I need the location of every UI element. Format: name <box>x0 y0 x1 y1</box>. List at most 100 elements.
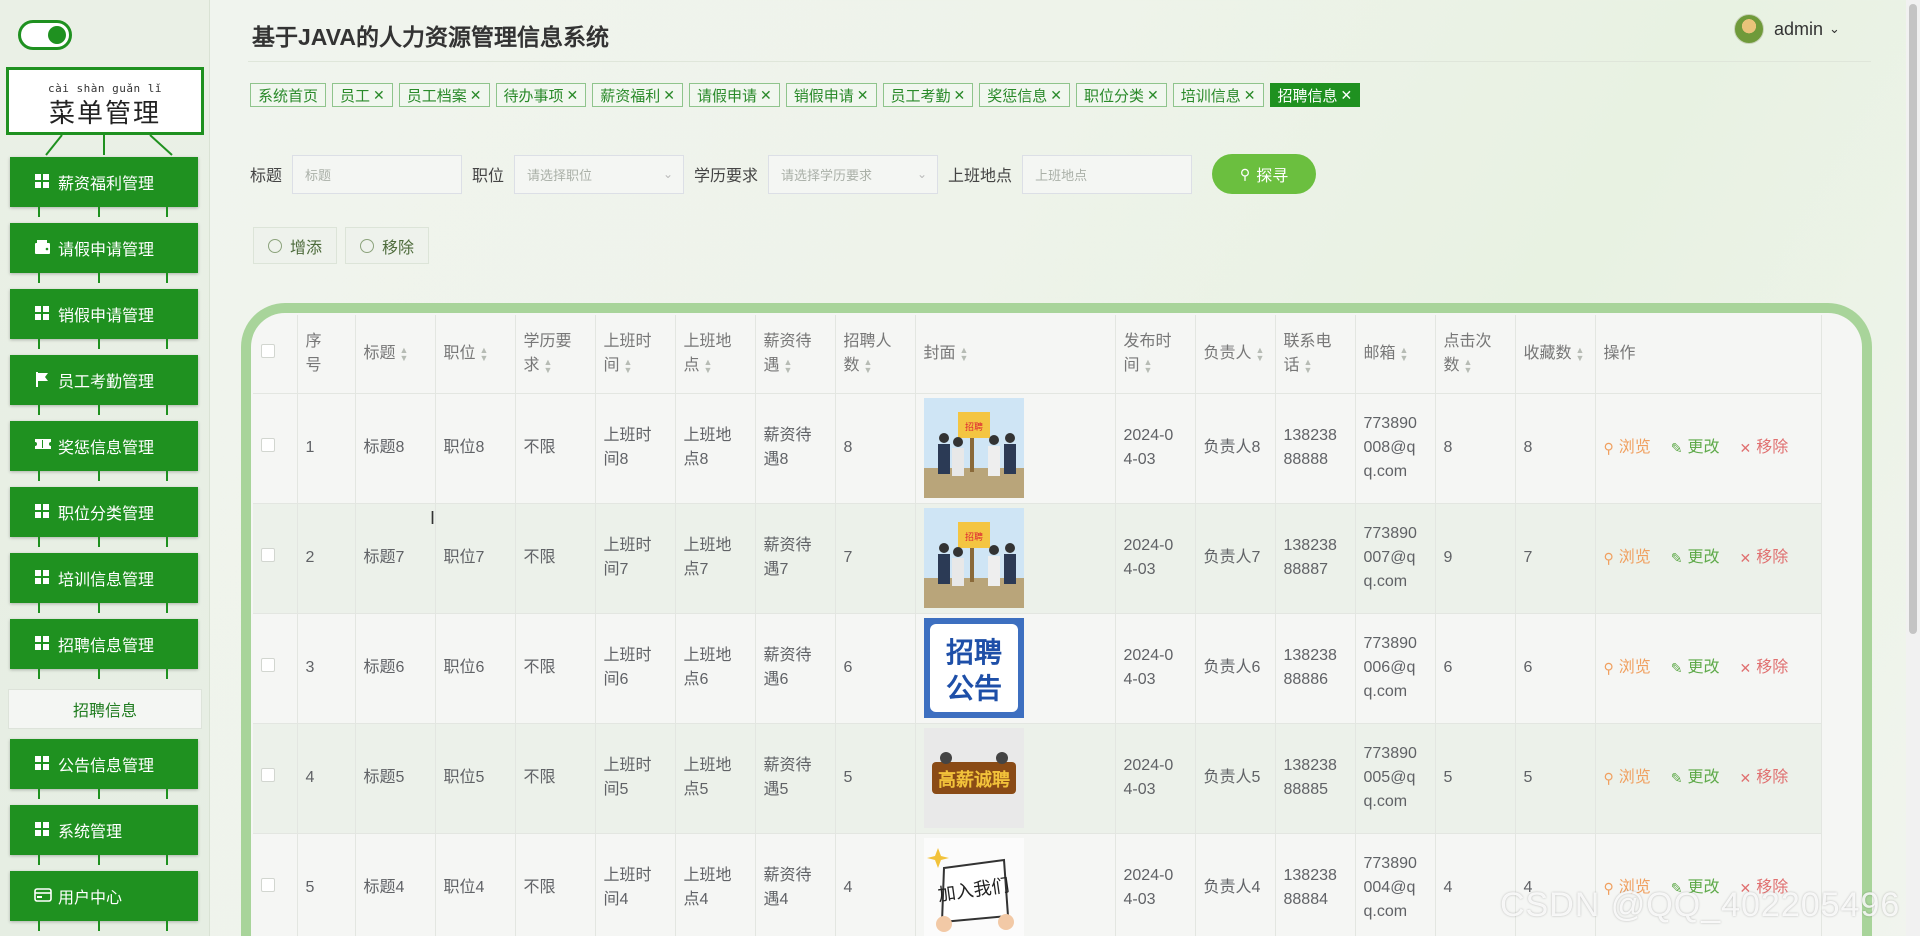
close-icon[interactable]: ✕ <box>567 87 579 104</box>
user-name[interactable]: admin <box>1774 19 1823 40</box>
cover-image[interactable]: 招聘 公告 <box>923 618 1107 718</box>
row-checkbox[interactable] <box>261 658 275 672</box>
header-5[interactable]: 上班时间 ▲ ▼ <box>595 315 676 394</box>
edit-button[interactable]: ✎ 更改 <box>1671 436 1720 460</box>
sidebar-item-4[interactable]: 员工考勤管理 <box>10 355 198 421</box>
header-4[interactable]: 学历要求 ▲ ▼ <box>515 315 596 394</box>
sidebar-toggle[interactable] <box>18 20 72 50</box>
cover-image[interactable]: 加入我们 <box>923 838 1107 936</box>
tab-3[interactable]: 员工档案 ✕ <box>398 83 490 107</box>
sidebar-subitem-recruitment[interactable]: 招聘信息 <box>8 689 202 729</box>
sort-icon[interactable]: ▲ ▼ <box>1144 357 1153 374</box>
close-icon[interactable]: ✕ <box>663 87 675 104</box>
sort-icon[interactable]: ▲ ▼ <box>480 345 489 362</box>
tab-1[interactable]: 系统首页 <box>250 83 327 107</box>
sort-icon[interactable]: ▲ ▼ <box>400 345 409 362</box>
header-12[interactable]: 联系电话 ▲ ▼ <box>1275 315 1356 394</box>
header-9[interactable]: 封面 ▲ ▼ <box>915 315 1116 394</box>
sort-icon[interactable]: ▲ ▼ <box>544 357 553 374</box>
user-menu[interactable]: admin ⌄ <box>1734 14 1840 44</box>
close-icon[interactable]: ✕ <box>1147 87 1159 104</box>
tab-7[interactable]: 销假申请 ✕ <box>785 83 877 107</box>
header-11[interactable]: 负责人 ▲ ▼ <box>1195 315 1276 394</box>
tab-4[interactable]: 待办事项 ✕ <box>495 83 587 107</box>
close-icon[interactable]: ✕ <box>857 87 869 104</box>
view-button[interactable]: ⚲ 浏览 <box>1604 656 1651 680</box>
sort-icon[interactable]: ▲ ▼ <box>1464 357 1473 374</box>
view-button[interactable]: ⚲ 浏览 <box>1604 766 1651 790</box>
view-button[interactable]: ⚲ 浏览 <box>1604 546 1651 570</box>
row-checkbox[interactable] <box>261 768 275 782</box>
tab-6[interactable]: 请假申请 ✕ <box>689 83 780 107</box>
sort-icon[interactable]: ▲ ▼ <box>704 357 713 374</box>
view-button[interactable]: ⚲ 浏览 <box>1604 436 1651 460</box>
header-8[interactable]: 招聘人数 ▲ ▼ <box>835 315 916 394</box>
remove-button[interactable]: 移除 <box>345 227 430 264</box>
header-13[interactable]: 邮箱 ▲ ▼ <box>1355 315 1436 394</box>
sidebar-item-9[interactable]: 公告信息管理 <box>10 739 198 805</box>
header-15[interactable]: 收藏数 ▲ ▼ <box>1515 315 1596 394</box>
row-checkbox[interactable] <box>261 438 275 452</box>
row-checkbox[interactable] <box>261 878 275 892</box>
sort-icon[interactable]: ▲ ▼ <box>624 357 633 374</box>
sort-icon[interactable]: ▲ ▼ <box>1576 345 1585 362</box>
delete-button[interactable]: ✕ 移除 <box>1740 766 1789 790</box>
sort-icon[interactable]: ▲ ▼ <box>1256 345 1265 362</box>
sort-icon[interactable]: ▲ ▼ <box>1304 357 1313 374</box>
cover-image[interactable]: 招聘 <box>923 398 1107 498</box>
close-icon[interactable]: ✕ <box>1341 87 1353 104</box>
sidebar-item-2[interactable]: 请假申请管理 <box>10 223 198 289</box>
delete-button[interactable]: ✕ 移除 <box>1740 546 1789 570</box>
sort-icon[interactable]: ▲ ▼ <box>960 345 969 362</box>
tab-9[interactable]: 奖惩信息 ✕ <box>979 83 1071 107</box>
header-10[interactable]: 发布时间 ▲ ▼ <box>1115 315 1196 394</box>
sidebar-item-7[interactable]: 培训信息管理 <box>10 553 198 619</box>
sidebar-item-1[interactable]: 薪资福利管理 <box>10 157 198 223</box>
close-icon[interactable]: ✕ <box>954 87 966 104</box>
tab-2[interactable]: 员工 ✕ <box>332 83 393 107</box>
location-input[interactable]: 上班地点 <box>1022 154 1193 194</box>
close-icon[interactable]: ✕ <box>760 87 772 104</box>
header-2[interactable]: 标题 ▲ ▼ <box>355 315 436 394</box>
row-checkbox[interactable] <box>261 548 275 562</box>
sidebar-item-3[interactable]: 销假申请管理 <box>10 289 198 355</box>
sidebar-item-5[interactable]: 奖惩信息管理 <box>10 421 198 487</box>
header-3[interactable]: 职位 ▲ ▼ <box>435 315 516 394</box>
header-14[interactable]: 点击次数 ▲ ▼ <box>1435 315 1516 394</box>
header-1[interactable]: 序号 <box>297 315 356 394</box>
tab-12[interactable]: 招聘信息 ✕ <box>1269 83 1361 107</box>
edit-button[interactable]: ✎ 更改 <box>1671 546 1720 570</box>
delete-button[interactable]: ✕ 移除 <box>1740 656 1789 680</box>
sidebar-item-10[interactable]: 系统管理 <box>10 805 198 871</box>
title-input[interactable]: 标题 <box>292 154 463 194</box>
search-button[interactable]: ⚲ 探寻 <box>1212 154 1317 194</box>
close-icon[interactable]: ✕ <box>1050 87 1062 104</box>
tab-8[interactable]: 员工考勤 ✕ <box>882 83 974 107</box>
tab-10[interactable]: 职位分类 ✕ <box>1076 83 1167 107</box>
delete-button[interactable]: ✕ 移除 <box>1740 436 1789 460</box>
cover-image[interactable]: 招聘 <box>923 508 1107 608</box>
cover-image[interactable]: 高薪诚聘 <box>923 728 1107 828</box>
close-icon[interactable]: ✕ <box>1244 87 1256 104</box>
select-all-checkbox[interactable] <box>261 343 275 358</box>
page-scrollbar[interactable] <box>1906 0 1920 936</box>
close-icon[interactable]: ✕ <box>373 87 385 104</box>
sidebar-item-11[interactable]: 用户中心 <box>10 871 198 936</box>
avatar[interactable] <box>1734 14 1764 44</box>
sort-icon[interactable]: ▲ ▼ <box>1400 345 1409 362</box>
edit-button[interactable]: ✎ 更改 <box>1671 766 1720 790</box>
tab-5[interactable]: 薪资福利 ✕ <box>592 83 684 107</box>
sidebar-item-6[interactable]: 职位分类管理 <box>10 487 198 553</box>
close-icon[interactable]: ✕ <box>470 87 482 104</box>
scrollbar-thumb[interactable] <box>1909 4 1917 634</box>
education-select[interactable]: 请选择学历要求 ⌄ <box>768 154 939 194</box>
sidebar-item-8[interactable]: 招聘信息管理 <box>10 619 198 685</box>
sort-icon[interactable]: ▲ ▼ <box>864 357 873 374</box>
header-7[interactable]: 薪资待遇 ▲ ▼ <box>755 315 836 394</box>
edit-button[interactable]: ✎ 更改 <box>1671 656 1720 680</box>
tab-11[interactable]: 培训信息 ✕ <box>1172 83 1264 107</box>
position-select[interactable]: 请选择职位 ⌄ <box>514 154 685 194</box>
header-6[interactable]: 上班地点 ▲ ▼ <box>675 315 756 394</box>
add-button[interactable]: 增添 <box>253 227 338 264</box>
sort-icon[interactable]: ▲ ▼ <box>784 357 793 374</box>
